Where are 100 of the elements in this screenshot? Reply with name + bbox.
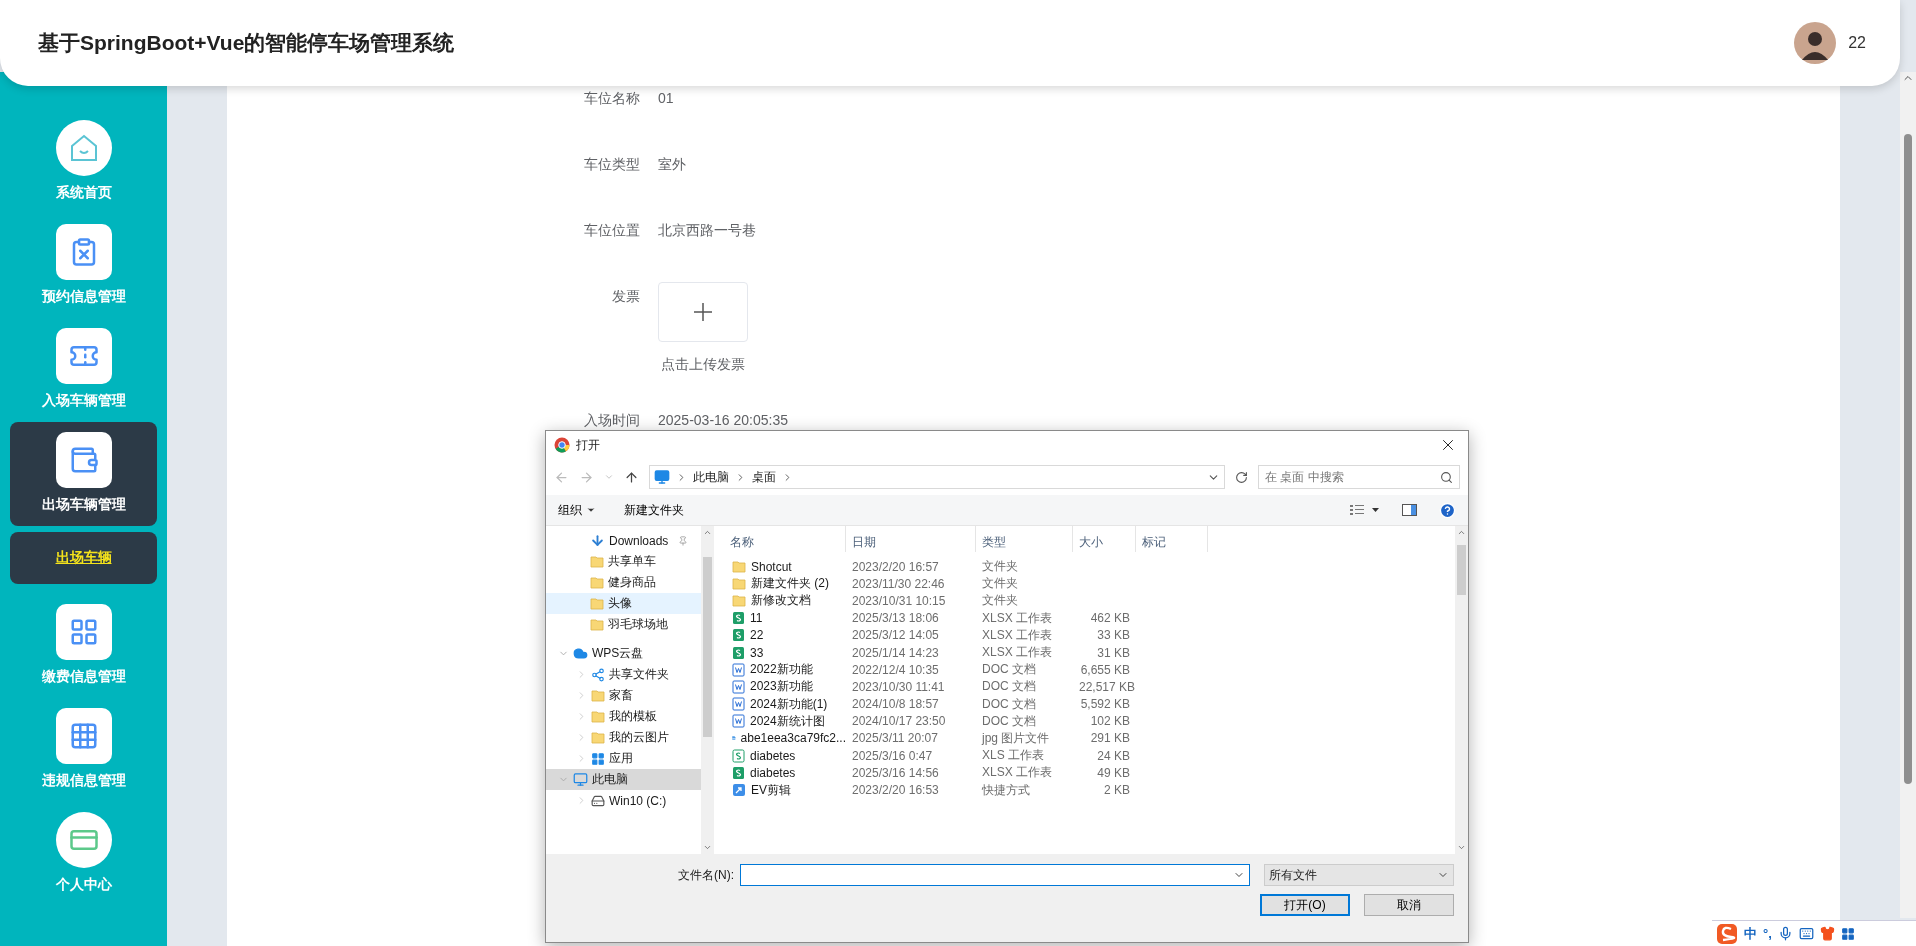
field-value: 2025-03-16 20:05:35: [658, 411, 788, 428]
scroll-down-icon[interactable]: [1457, 843, 1466, 852]
download-icon: [590, 533, 605, 548]
search-field[interactable]: 在 桌面 中搜索: [1258, 465, 1460, 489]
refresh-icon[interactable]: [1235, 470, 1248, 484]
spreadsheet-icon: [732, 628, 745, 643]
nav-tree-item[interactable]: Win10 (C:): [546, 790, 701, 811]
file-row[interactable]: diabetes 2025/3/16 14:56 XLSX 工作表 49 KB: [724, 764, 1455, 782]
file-row[interactable]: 33 2025/1/14 14:23 XLSX 工作表 31 KB: [724, 643, 1455, 662]
file-row[interactable]: EV剪辑 2023/2/20 16:53 快捷方式 2 KB: [724, 781, 1455, 799]
spreadsheet-icon: [732, 611, 745, 626]
shortcut-icon: [732, 783, 746, 798]
forward-icon[interactable]: [579, 469, 594, 485]
folder-icon: [590, 618, 604, 631]
column-header[interactable]: 日期: [846, 526, 976, 552]
file-row[interactable]: 2024新功能(1) 2024/10/8 18:57 DOC 文档 5,592 KB: [724, 695, 1455, 713]
file-row[interactable]: diabetes 2025/3/16 0:47 XLS 工作表 24 KB: [724, 747, 1455, 765]
toolbar-button[interactable]: 新建文件夹: [624, 501, 684, 519]
document-icon: [732, 697, 745, 712]
column-header[interactable]: 标记: [1136, 526, 1208, 552]
scroll-up-icon[interactable]: [703, 528, 712, 537]
nav-tree-item[interactable]: 羽毛球场地: [546, 614, 701, 635]
submenu-item[interactable]: 出场车辆: [10, 532, 157, 584]
search-icon: [1440, 470, 1453, 484]
avatar[interactable]: [1794, 22, 1837, 64]
document-icon: [732, 714, 745, 729]
spreadsheet-icon: [732, 645, 745, 660]
dialog-button[interactable]: 打开(O): [1260, 894, 1350, 916]
up-icon[interactable]: [624, 469, 639, 485]
folder-icon: [732, 594, 746, 608]
punctuation-mode[interactable]: °,: [1763, 926, 1772, 941]
view-options-icon[interactable]: [1350, 504, 1380, 516]
scroll-thumb[interactable]: [1904, 134, 1912, 784]
drive-icon: [591, 793, 605, 808]
file-row[interactable]: abe1eea3ca79fc2... 2025/3/11 20:07 jpg 图片文件 291 KB: [724, 729, 1455, 748]
nav-tree-item[interactable]: 家畜: [546, 685, 701, 706]
field-label: 车位类型: [583, 155, 640, 174]
field-label: 车位位置: [583, 221, 640, 240]
sidebar-item[interactable]: 出场车辆管理: [10, 422, 157, 526]
folder-icon: [590, 555, 604, 568]
caret-icon: [586, 505, 596, 515]
scrollbar[interactable]: [701, 526, 714, 854]
microphone-icon[interactable]: [1777, 926, 1793, 941]
browser-logo-icon: [554, 437, 570, 453]
nav-tree-item[interactable]: 头像: [546, 593, 701, 614]
nav-tree-item[interactable]: 健身商品: [546, 572, 701, 593]
nav-tree-item[interactable]: Downloads: [546, 530, 701, 551]
cloud-icon: [573, 646, 588, 661]
folder-icon: [732, 577, 746, 591]
history-icon[interactable]: [604, 472, 614, 482]
column-header[interactable]: 大小: [1073, 526, 1136, 552]
folder-icon: [591, 731, 605, 744]
folder-icon: [591, 710, 605, 723]
ime-logo-icon[interactable]: [1716, 922, 1738, 945]
grid-icon[interactable]: [1840, 926, 1855, 941]
nav-tree-item[interactable]: 共享单车: [546, 551, 701, 572]
preview-pane-icon[interactable]: [1402, 504, 1417, 516]
scroll-up-icon[interactable]: [1457, 528, 1466, 537]
column-header[interactable]: 名称: [724, 526, 846, 552]
shirt-icon[interactable]: [1819, 926, 1835, 941]
column-header[interactable]: 类型: [976, 526, 1073, 552]
nav-tree-item[interactable]: 此电脑: [546, 769, 701, 790]
address-bar[interactable]: 此电脑 桌面: [649, 465, 1225, 489]
upload-button[interactable]: [658, 282, 748, 342]
filename-label: 文件名(N):: [678, 866, 734, 884]
nav-tree-item[interactable]: 应用: [546, 748, 701, 769]
nav-tree-item[interactable]: 我的模板: [546, 706, 701, 727]
input-mode[interactable]: 中: [1744, 924, 1757, 943]
scroll-thumb[interactable]: [703, 557, 712, 737]
filename-field[interactable]: [740, 864, 1250, 886]
scrollbar[interactable]: [1455, 526, 1468, 854]
field-value: 01: [658, 89, 674, 106]
file-row[interactable]: Shotcut 2023/2/20 16:57 文件夹: [724, 558, 1455, 576]
nav-tree-item[interactable]: WPS云盘: [546, 643, 701, 664]
back-icon[interactable]: [554, 469, 569, 485]
file-row[interactable]: 新建文件夹 (2) 2023/11/30 22:46 文件夹: [724, 575, 1455, 593]
file-row[interactable]: 22 2025/3/12 14:05 XLSX 工作表 33 KB: [724, 626, 1455, 644]
app-title: 基于SpringBoot+Vue的智能停车场管理系统: [38, 30, 455, 56]
keyboard-icon[interactable]: [1798, 926, 1814, 941]
breadcrumb[interactable]: 桌面: [752, 468, 776, 486]
upload-caption: 点击上传发票: [661, 356, 745, 374]
field-label: 入场时间: [583, 411, 640, 430]
toolbar-button[interactable]: 组织: [558, 501, 596, 519]
folder-icon: [591, 689, 605, 702]
file-type-dropdown[interactable]: 所有文件: [1264, 864, 1454, 886]
apps-icon: [591, 751, 605, 766]
scrollbar[interactable]: [1900, 72, 1916, 918]
file-row[interactable]: 11 2025/3/13 18:06 XLSX 工作表 462 KB: [724, 609, 1455, 627]
nav-tree-item[interactable]: 共享文件夹: [546, 664, 701, 685]
file-row[interactable]: 2024新统计图 2024/10/17 23:50 DOC 文档 102 KB: [724, 712, 1455, 730]
breadcrumb[interactable]: 此电脑: [693, 468, 729, 486]
scroll-thumb[interactable]: [1457, 545, 1466, 595]
file-row[interactable]: 2022新功能 2022/12/4 10:35 DOC 文档 6,655 KB: [724, 661, 1455, 679]
scroll-down-icon[interactable]: [703, 843, 712, 852]
nav-tree-item[interactable]: 我的云图片: [546, 727, 701, 748]
dialog-button[interactable]: 取消: [1364, 894, 1454, 916]
help-icon[interactable]: [1439, 501, 1456, 519]
file-row[interactable]: 2023新功能 2023/10/30 11:41 DOC 文档 22,517 KB: [724, 678, 1455, 696]
file-row[interactable]: 新修改文档 2023/10/31 10:15 文件夹: [724, 592, 1455, 610]
spreadsheet-icon: [732, 748, 745, 763]
